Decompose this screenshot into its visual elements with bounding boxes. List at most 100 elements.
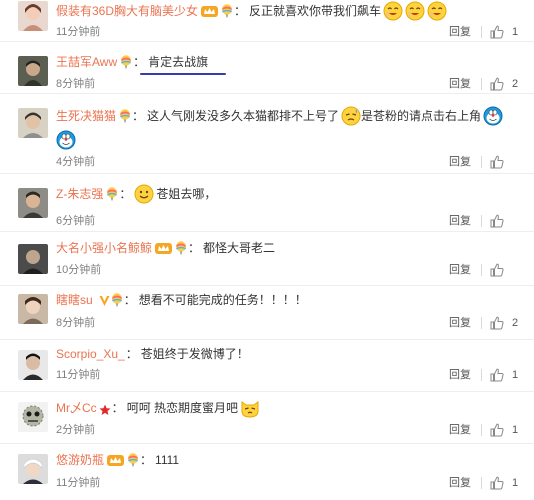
- vip-crown-icon: [201, 5, 219, 18]
- sweat-emoji-icon: [341, 106, 361, 126]
- timestamp: 4分钟前: [56, 156, 96, 168]
- thumbs-up-icon[interactable]: [490, 155, 504, 169]
- avatar[interactable]: [18, 108, 48, 138]
- comment-text: 肯定去战旗: [148, 55, 209, 69]
- thumbs-up-icon[interactable]: [490, 25, 504, 39]
- username[interactable]: 瞎瞎su: [56, 290, 93, 310]
- like-count: 1: [512, 424, 519, 436]
- comment-text: 这人气刚发没多久本猫都排不上号了: [147, 109, 340, 123]
- comment-list: 假装有36D胸大有脑美少女 ： 反正就喜欢你带我们飙车 11分钟前 回复 1 王…: [0, 0, 534, 500]
- divider: [481, 369, 482, 381]
- avatar[interactable]: [18, 350, 48, 380]
- rainbow-balloon-icon: [221, 4, 233, 18]
- thumbs-up-icon[interactable]: [490, 263, 504, 277]
- reply-button[interactable]: 回复: [449, 25, 471, 39]
- comment-text: 苍姐终于发微博了！: [140, 347, 249, 361]
- comment-item: 生死决猫猫 ： 这人气刚发没多久本猫都排不上号了 是苍粉的请点击右上角 4分钟前…: [0, 94, 534, 174]
- reply-button[interactable]: 回复: [449, 77, 471, 91]
- comment-text: 苍姐去哪，: [156, 187, 217, 201]
- rainbow-balloon-icon: [127, 453, 139, 467]
- rainbow-balloon-icon: [111, 293, 123, 307]
- username[interactable]: Z-朱志强: [56, 184, 103, 204]
- avatar[interactable]: [18, 294, 48, 324]
- username[interactable]: Mr乄Cc: [56, 398, 97, 418]
- rainbow-balloon-icon: [175, 241, 187, 255]
- thumbs-up-icon[interactable]: [490, 214, 504, 228]
- divider: [481, 78, 482, 90]
- username[interactable]: 悠游奶瓶: [56, 450, 104, 470]
- timestamp: 2分钟前: [56, 424, 96, 436]
- thumbs-up-icon[interactable]: [490, 423, 504, 437]
- smile-emoji-icon: [134, 184, 154, 204]
- doraemon-emoji-icon: [483, 106, 503, 126]
- timestamp: 11分钟前: [56, 26, 101, 38]
- comment-text: 想看不可能完成的任务！！！！: [138, 293, 307, 307]
- username[interactable]: Scorpio_Xu_: [56, 344, 125, 364]
- reply-button[interactable]: 回复: [449, 476, 471, 490]
- username[interactable]: 假装有36D胸大有脑美少女: [56, 1, 198, 21]
- divider: [481, 156, 482, 168]
- rainbow-balloon-icon: [119, 109, 131, 123]
- like-count: 1: [512, 477, 519, 489]
- username[interactable]: 大名小强小名鲸鲸: [56, 238, 152, 258]
- laughing-emoji-icon: [383, 1, 403, 21]
- comment-item: 悠游奶瓶 ： 1111 11分钟前 回复 1: [0, 444, 534, 500]
- timestamp: 11分钟前: [56, 477, 101, 489]
- like-count: 2: [512, 78, 519, 90]
- star-icon: [99, 402, 111, 415]
- thumbs-up-icon[interactable]: [490, 368, 504, 382]
- timestamp: 11分钟前: [56, 369, 101, 381]
- divider: [481, 26, 482, 38]
- comment-text: 都怪大哥老二: [203, 241, 276, 255]
- divider: [481, 264, 482, 276]
- thumbs-up-icon[interactable]: [490, 316, 504, 330]
- timestamp: 6分钟前: [56, 215, 96, 227]
- rainbow-balloon-icon: [106, 187, 118, 201]
- username[interactable]: 生死决猫猫: [56, 106, 116, 126]
- comment-item: 假装有36D胸大有脑美少女 ： 反正就喜欢你带我们飙车 11分钟前 回复 1: [0, 0, 534, 42]
- thumbs-up-icon[interactable]: [490, 77, 504, 91]
- divider: [481, 477, 482, 489]
- reply-button[interactable]: 回复: [449, 316, 471, 330]
- verified-v-icon: [96, 294, 110, 307]
- cat-emoji-icon: [240, 398, 260, 418]
- comment-item: 王喆军Aww ： 肯定去战旗 8分钟前 回复 2: [0, 42, 534, 94]
- rainbow-balloon-icon: [120, 55, 132, 69]
- reply-button[interactable]: 回复: [449, 214, 471, 228]
- doraemon-emoji-icon: [56, 130, 76, 150]
- comment-text-continued: 是苍粉的请点击右上角: [361, 109, 482, 123]
- divider: [481, 215, 482, 227]
- vip-crown-icon: [155, 242, 173, 255]
- comment-item: 大名小强小名鲸鲸 ： 都怪大哥老二 10分钟前 回复: [0, 232, 534, 286]
- comment-item: Z-朱志强 ： 苍姐去哪， 6分钟前 回复: [0, 174, 534, 232]
- reply-button[interactable]: 回复: [449, 423, 471, 437]
- comment-item: Scorpio_Xu_ ： 苍姐终于发微博了！ 11分钟前 回复 1: [0, 340, 534, 392]
- divider: [481, 424, 482, 436]
- comment-text: 1111: [155, 453, 180, 467]
- comment-text: 反正就喜欢你带我们飙车: [249, 4, 382, 18]
- avatar[interactable]: [18, 244, 48, 274]
- like-count: 2: [512, 317, 519, 329]
- timestamp: 8分钟前: [56, 78, 96, 90]
- avatar[interactable]: [18, 402, 48, 432]
- comment-text: 呵呵 热恋期度蜜月吧: [126, 401, 239, 415]
- divider: [481, 317, 482, 329]
- timestamp: 10分钟前: [56, 264, 102, 276]
- comment-item: Mr乄Cc ： 呵呵 热恋期度蜜月吧 2分钟前 回复 1: [0, 392, 534, 444]
- laughing-emoji-icon: [427, 1, 447, 21]
- avatar[interactable]: [18, 454, 48, 484]
- like-count: 1: [512, 369, 519, 381]
- like-count: 1: [512, 26, 519, 38]
- reply-button[interactable]: 回复: [449, 263, 471, 277]
- avatar[interactable]: [18, 56, 48, 86]
- reply-button[interactable]: 回复: [449, 155, 471, 169]
- laughing-emoji-icon: [405, 1, 425, 21]
- reply-button[interactable]: 回复: [449, 368, 471, 382]
- comment-item: 瞎瞎su ： 想看不可能完成的任务！！！！ 8分钟前 回复 2: [0, 286, 534, 340]
- hand-drawn-underline: [140, 73, 226, 75]
- timestamp: 8分钟前: [56, 317, 96, 329]
- avatar[interactable]: [18, 188, 48, 218]
- username[interactable]: 王喆军Aww: [56, 52, 117, 72]
- avatar[interactable]: [18, 1, 48, 31]
- thumbs-up-icon[interactable]: [490, 476, 504, 490]
